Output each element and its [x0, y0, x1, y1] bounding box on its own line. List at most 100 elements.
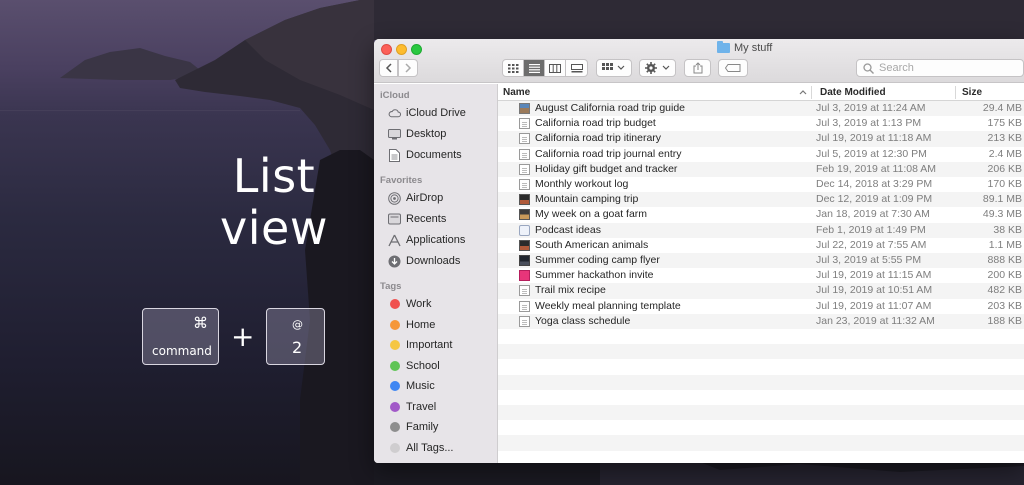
file-date-modified: Jul 3, 2019 at 5:55 PM — [816, 254, 922, 266]
sidebar-tag-school[interactable]: School — [388, 357, 440, 375]
sidebar-item-label: Music — [406, 380, 435, 392]
file-date-modified: Jul 5, 2019 at 12:30 PM — [816, 147, 927, 160]
sidebar-item-downloads[interactable]: Downloads — [388, 252, 460, 270]
file-row[interactable]: Yoga class schedule Jan 23, 2019 at 11:32… — [498, 313, 1024, 329]
forward-button[interactable] — [398, 59, 418, 77]
file-date-modified: Dec 14, 2018 at 3:29 PM — [816, 178, 933, 190]
sidebar-heading-tags: Tags — [380, 281, 402, 292]
file-name: Yoga class schedule — [535, 314, 631, 327]
file-size: 49.3 MB — [982, 208, 1022, 221]
list-view-title: List view — [214, 150, 334, 254]
search-icon — [863, 62, 874, 74]
command-key-label: command — [152, 344, 212, 358]
icon-view-button[interactable] — [503, 60, 524, 76]
file-size: 2.4 MB — [988, 147, 1022, 160]
red-tag-icon — [390, 299, 400, 309]
file-row[interactable]: My week on a goat farm Jan 18, 2019 at 7:… — [498, 207, 1024, 222]
file-name: Mountain camping trip — [535, 193, 639, 206]
column-header-size[interactable]: Size — [962, 87, 982, 98]
sidebar-tag-family[interactable]: Family — [388, 418, 438, 436]
file-row[interactable]: August California road trip guide Jul 3, … — [498, 101, 1024, 117]
share-icon — [693, 62, 702, 74]
search-field[interactable] — [856, 59, 1024, 77]
empty-row — [498, 344, 1024, 360]
applications-icon — [388, 234, 401, 247]
file-name: California road trip budget — [535, 117, 656, 130]
file-list: Name Date Modified Size August Californi… — [498, 84, 1024, 463]
sidebar-all-tags[interactable]: All Tags... — [388, 439, 454, 457]
tag-button[interactable] — [718, 59, 748, 77]
column-view-icon — [549, 63, 561, 73]
key-2: @ 2 — [266, 308, 325, 365]
sidebar-heading-favorites: Favorites — [380, 175, 423, 186]
title-line-1: List — [232, 149, 316, 203]
file-row[interactable]: Podcast ideas Feb 1, 2019 at 1:49 PM 38 KB — [498, 222, 1024, 238]
column-divider — [955, 86, 956, 99]
share-button[interactable] — [684, 59, 711, 77]
action-menu-button[interactable] — [639, 59, 676, 77]
gray-tag-icon — [390, 422, 400, 432]
zoom-button[interactable] — [411, 44, 422, 55]
file-name: Monthly workout log — [535, 178, 629, 190]
minimize-button[interactable] — [396, 44, 407, 55]
file-thumbnail-icon — [519, 285, 530, 297]
file-date-modified: Jan 23, 2019 at 11:32 AM — [816, 314, 935, 327]
sidebar-item-label: Family — [406, 421, 439, 433]
recents-icon — [388, 213, 401, 226]
sidebar-item-label: Desktop — [406, 128, 447, 140]
empty-row — [498, 420, 1024, 435]
sidebar-tag-home[interactable]: Home — [388, 316, 435, 334]
sidebar-item-label: Work — [406, 298, 432, 310]
search-input[interactable] — [879, 62, 1009, 74]
file-row[interactable]: South American animals Jul 22, 2019 at 7:… — [498, 238, 1024, 253]
sidebar-item-recents[interactable]: Recents — [388, 210, 446, 228]
column-header-name[interactable]: Name — [503, 87, 530, 98]
sidebar-tag-work[interactable]: Work — [388, 295, 431, 313]
close-button[interactable] — [381, 44, 392, 55]
sidebar-item-icloud-drive[interactable]: iCloud Drive — [388, 104, 466, 122]
file-row[interactable]: California road trip itinerary Jul 19, 20… — [498, 131, 1024, 147]
sidebar-tag-music[interactable]: Music — [388, 377, 435, 395]
file-row[interactable]: Summer hackathon invite Jul 19, 2019 at 1… — [498, 268, 1024, 283]
group-by-button[interactable] — [596, 59, 632, 77]
sidebar-item-applications[interactable]: Applications — [388, 231, 465, 249]
file-row[interactable]: Monthly workout log Dec 14, 2018 at 3:29 … — [498, 177, 1024, 192]
file-row[interactable]: Trail mix recipe Jul 19, 2019 at 10:51 AM… — [498, 283, 1024, 299]
file-thumbnail-icon — [519, 163, 530, 175]
sidebar-item-label: Recents — [406, 213, 447, 225]
gear-icon — [644, 62, 669, 74]
sidebar-item-label: School — [406, 359, 440, 372]
column-header-date[interactable]: Date Modified — [820, 87, 886, 98]
tag-icon — [725, 64, 741, 72]
sidebar-item-documents[interactable]: Documents — [388, 146, 462, 164]
sidebar-item-airdrop[interactable]: AirDrop — [388, 189, 443, 207]
file-name: California road trip journal entry — [535, 147, 682, 160]
group-grid-icon — [602, 63, 625, 70]
column-view-button[interactable] — [545, 60, 566, 76]
finder-window: My stuff Search iCloud iCloud Drive Desk… — [374, 39, 1024, 463]
file-row[interactable]: Holiday gift budget and tracker Feb 19, 2… — [498, 161, 1024, 177]
file-thumbnail-icon — [519, 179, 530, 190]
file-row[interactable]: Summer coding camp flyer Jul 3, 2019 at 5… — [498, 253, 1024, 269]
sidebar-item-desktop[interactable]: Desktop — [388, 125, 446, 143]
yellow-tag-icon — [390, 340, 400, 350]
sidebar-tag-important[interactable]: Important — [388, 336, 452, 354]
blue-tag-icon — [390, 381, 400, 391]
file-row[interactable]: Mountain camping trip Dec 12, 2019 at 1:0… — [498, 192, 1024, 208]
sort-chevron-icon — [799, 90, 807, 95]
file-row[interactable]: California road trip journal entry Jul 5,… — [498, 147, 1024, 162]
list-view-button[interactable] — [524, 60, 545, 76]
sidebar: iCloud iCloud Drive Desktop Documents Fa… — [374, 84, 498, 463]
sidebar-item-label: All Tags... — [406, 442, 454, 454]
back-button[interactable] — [379, 59, 398, 77]
gallery-view-button[interactable] — [566, 60, 587, 76]
sidebar-tag-travel[interactable]: Travel — [388, 398, 436, 416]
folder-icon — [717, 41, 730, 53]
file-thumbnail-icon — [519, 194, 530, 206]
file-row[interactable]: Weekly meal planning template Jul 19, 201… — [498, 299, 1024, 314]
file-size: 188 KB — [987, 314, 1022, 327]
orange-tag-icon — [390, 319, 400, 330]
sidebar-item-label: AirDrop — [406, 192, 444, 204]
file-name: Trail mix recipe — [535, 284, 606, 297]
file-row[interactable]: California road trip budget Jul 3, 2019 a… — [498, 116, 1024, 131]
